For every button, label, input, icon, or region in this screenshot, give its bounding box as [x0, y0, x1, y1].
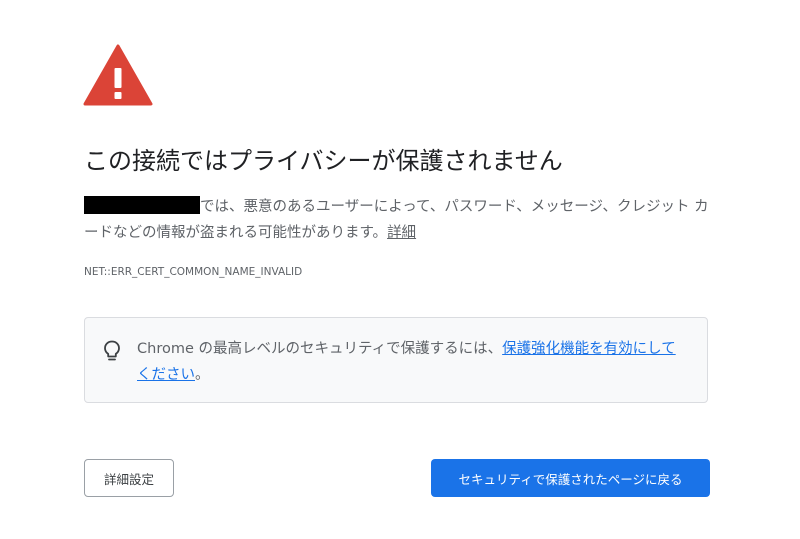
- enhanced-protection-suffix: 。: [195, 367, 210, 383]
- page-title: この接続ではプライバシーが保護されません: [84, 147, 563, 175]
- details-link[interactable]: 詳細: [387, 225, 416, 241]
- error-code: NET::ERR_CERT_COMMON_NAME_INVALID: [84, 266, 303, 278]
- error-description: では、悪意のあるユーザーによって、パスワード、メッセージ、クレジット カードなど…: [84, 194, 716, 246]
- warning-triangle-icon: [83, 44, 153, 106]
- redacted-hostname: [84, 196, 200, 214]
- lightbulb-icon: [104, 340, 120, 361]
- advanced-button[interactable]: 詳細設定: [84, 459, 174, 497]
- back-to-safety-button[interactable]: セキュリティで保護されたページに戻る: [431, 459, 710, 497]
- enhanced-protection-promo: Chrome の最高レベルのセキュリティで保護するには、保護強化機能を有効にして…: [84, 317, 708, 403]
- enhanced-protection-label: Chrome の最高レベルのセキュリティで保護するには、: [137, 341, 503, 357]
- enhanced-protection-text: Chrome の最高レベルのセキュリティで保護するには、保護強化機能を有効にして…: [137, 336, 689, 388]
- privacy-error-page: この接続ではプライバシーが保護されません では、悪意のあるユーザーによって、パス…: [0, 0, 800, 539]
